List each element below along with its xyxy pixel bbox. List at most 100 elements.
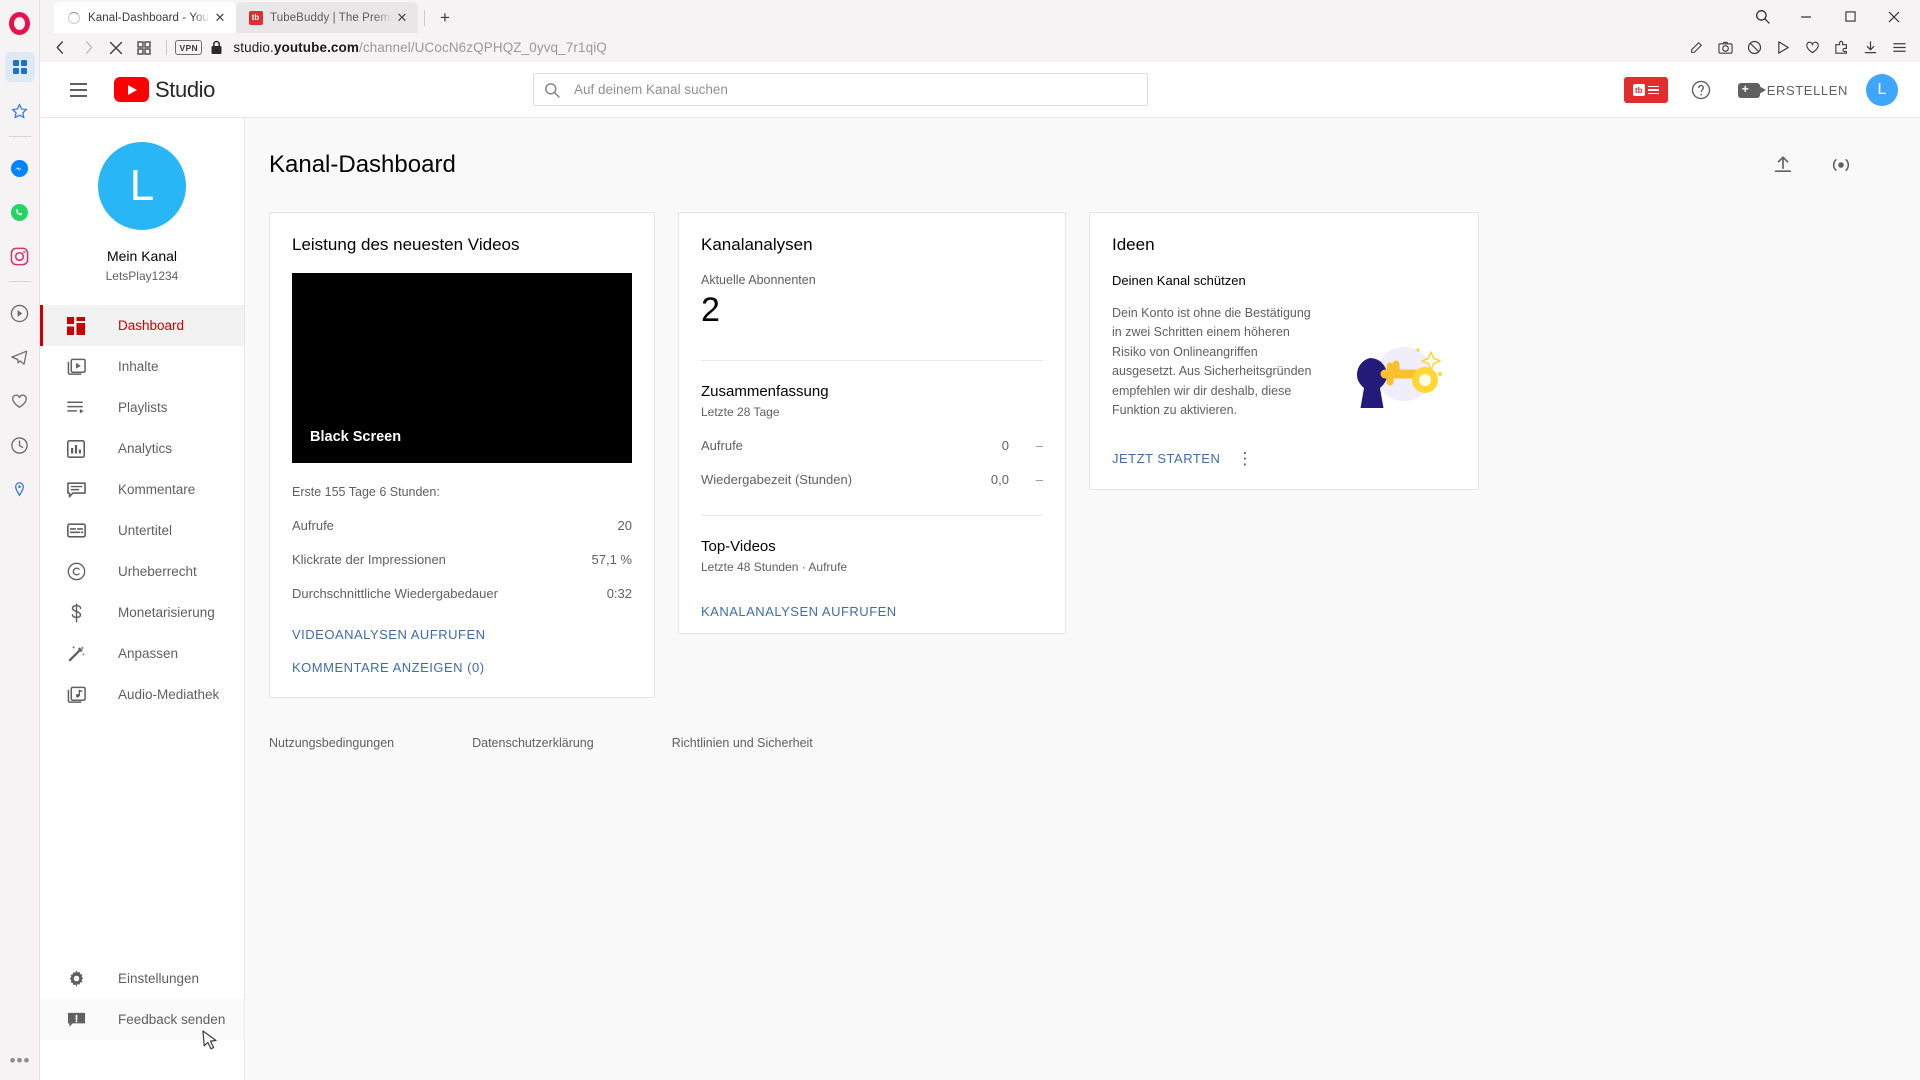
live-broadcast-icon[interactable]	[1822, 146, 1860, 184]
channel-analytics-link[interactable]: KANALANALYSEN AUFRUFEN	[701, 604, 1043, 619]
ideas-body: Dein Konto ist ohne die Bestätigung in z…	[1112, 304, 1456, 426]
content-icon	[64, 358, 88, 376]
channel-avatar[interactable]: L	[98, 142, 186, 230]
address-bar[interactable]: studio.youtube.com/channel/UCocN6zQPHQZ_…	[233, 40, 607, 55]
video-thumbnail[interactable]: Black Screen	[292, 273, 632, 463]
forward-arrow-icon	[74, 35, 102, 61]
sidebar-divider-2	[8, 281, 31, 282]
subscribers-label: Aktuelle Abonnenten	[701, 273, 816, 287]
download-icon[interactable]	[1857, 36, 1883, 60]
summary-subtitle: Letzte 28 Tage	[701, 404, 780, 419]
video-analytics-link[interactable]: VIDEOANALYSEN AUFRUFEN	[292, 627, 632, 642]
search-window-icon[interactable]	[1740, 1, 1784, 32]
comment-icon	[64, 481, 88, 499]
tab-close-icon[interactable]: ✕	[212, 10, 228, 26]
show-comments-link[interactable]: KOMMENTARE ANZEIGEN (0)	[292, 660, 632, 675]
sidebar-item-monetarisierung[interactable]: Monetarisierung	[40, 592, 244, 633]
sidebar-item-label: Einstellungen	[118, 971, 200, 986]
dashboard-icon	[64, 316, 88, 335]
more-vertical-icon[interactable]: ⋮	[1236, 450, 1253, 467]
close-window-button[interactable]	[1872, 1, 1916, 32]
upload-icon[interactable]	[1764, 146, 1802, 184]
url-host: youtube.com	[273, 40, 359, 55]
opera-logo-icon[interactable]	[5, 8, 35, 38]
sidebar-item-untertitel[interactable]: Untertitel	[40, 510, 244, 551]
studio-logo[interactable]: Studio	[114, 77, 215, 103]
telegram-icon[interactable]	[5, 342, 35, 372]
new-tab-button[interactable]: +	[432, 4, 458, 30]
browser-menu-icon[interactable]	[1886, 36, 1912, 60]
create-button[interactable]: ERSTELLEN	[1734, 82, 1852, 98]
opera-workspace-icon[interactable]	[4, 52, 35, 82]
opera-more-button[interactable]: •••	[0, 1052, 40, 1069]
sidebar-item-anpassen[interactable]: Anpassen	[40, 633, 244, 674]
extensions-icon[interactable]	[1828, 36, 1854, 60]
search-bar[interactable]	[533, 73, 1148, 106]
studio-header: Studio tb ERSTELLEN L	[40, 62, 1920, 118]
subscribers-count: 2	[701, 291, 720, 329]
player-icon[interactable]	[5, 298, 35, 328]
tubebuddy-button[interactable]: tb	[1623, 77, 1668, 103]
audio-note-icon	[64, 686, 88, 704]
channel-analytics-card: Kanalanalysen Aktuelle Abonnenten 2 Zusa…	[678, 212, 1066, 634]
sidebar-item-einstellungen[interactable]: Einstellungen	[40, 958, 244, 999]
start-now-link[interactable]: JETZT STARTEN	[1112, 451, 1220, 466]
sidebar-nav: Dashboard Inhalte Playlists Analytics Ko…	[40, 301, 244, 715]
search-input[interactable]	[574, 82, 1137, 97]
summary-title: Zusammenfassung	[701, 382, 829, 400]
minimize-window-button[interactable]	[1784, 1, 1828, 32]
footer-link-policy[interactable]: Richtlinien und Sicherheit	[672, 736, 813, 750]
avatar[interactable]: L	[1866, 74, 1898, 106]
stop-loading-icon[interactable]	[102, 35, 130, 61]
sidebar-item-kommentare[interactable]: Kommentare	[40, 469, 244, 510]
tab-title: Kanal-Dashboard - YouTub	[88, 11, 210, 24]
tab-close-icon[interactable]: ✕	[394, 10, 410, 26]
pin-icon[interactable]	[5, 474, 35, 504]
footer-link-privacy[interactable]: Datenschutzerklärung	[472, 736, 594, 750]
sidebar-item-urheberrecht[interactable]: Urheberrecht	[40, 551, 244, 592]
hamburger-menu-icon[interactable]	[58, 70, 98, 110]
sidebar-item-playlists[interactable]: Playlists	[40, 387, 244, 428]
sidebar-item-analytics[interactable]: Analytics	[40, 428, 244, 469]
play-media-icon[interactable]	[1770, 36, 1796, 60]
heart-icon[interactable]	[5, 386, 35, 416]
edit-page-icon[interactable]	[1683, 36, 1709, 60]
sidebar-item-dashboard[interactable]: Dashboard	[40, 305, 244, 346]
tubebuddy-menu-icon	[1647, 85, 1659, 95]
footer-link-terms[interactable]: Nutzungsbedingungen	[269, 736, 394, 750]
opera-star-icon[interactable]	[5, 96, 35, 126]
nav-divider	[166, 40, 167, 55]
sidebar-item-label: Feedback senden	[118, 1012, 226, 1027]
maximize-window-button[interactable]	[1828, 1, 1872, 32]
summary-label: Aufrufe	[701, 437, 743, 453]
instagram-icon[interactable]	[5, 241, 35, 271]
sidebar-item-inhalte[interactable]: Inhalte	[40, 346, 244, 387]
heart-icon[interactable]	[1799, 36, 1825, 60]
sidebar-item-audio-mediathek[interactable]: Audio-Mediathek	[40, 674, 244, 715]
mouse-cursor	[202, 1030, 217, 1050]
vpn-badge[interactable]: VPN	[175, 40, 203, 55]
browser-tab-1[interactable]: Kanal-Dashboard - YouTub ✕	[54, 2, 236, 33]
lock-icon[interactable]	[210, 40, 223, 55]
studio-logo-text: Studio	[155, 76, 215, 102]
camera-icon[interactable]	[1712, 36, 1738, 60]
summary-trend: –	[1035, 471, 1043, 487]
block-ads-icon[interactable]	[1741, 36, 1767, 60]
help-circle-icon[interactable]	[1682, 71, 1720, 109]
whatsapp-icon[interactable]	[5, 197, 35, 227]
tubebuddy-icon: tb	[248, 10, 263, 25]
history-icon[interactable]	[5, 430, 35, 460]
latest-video-card: Leistung des neuesten Videos Black Scree…	[269, 212, 655, 698]
back-arrow-icon[interactable]	[46, 35, 74, 61]
stat-row: Durchschnittliche Wiedergabedauer 0:32	[292, 586, 632, 601]
summary-row: Aufrufe 0 –	[701, 438, 1043, 453]
url-path: /channel/UCocN6zQPHQZ_0yvq_7r1qiQ	[358, 40, 607, 55]
tab-strip: Kanal-Dashboard - YouTub ✕ tb TubeBuddy …	[40, 0, 1920, 33]
stat-label: Klickrate der Impressionen	[292, 552, 446, 567]
dashboard-cards: Leistung des neuesten Videos Black Scree…	[245, 184, 1920, 698]
feedback-icon	[64, 1011, 88, 1029]
dashboard-main: Kanal-Dashboard Leistung des neuesten Vi…	[245, 118, 1920, 1080]
messenger-icon[interactable]	[5, 153, 35, 183]
tile-grid-icon[interactable]	[130, 35, 158, 61]
browser-tab-2[interactable]: tb TubeBuddy | The Premier ✕	[236, 2, 418, 33]
